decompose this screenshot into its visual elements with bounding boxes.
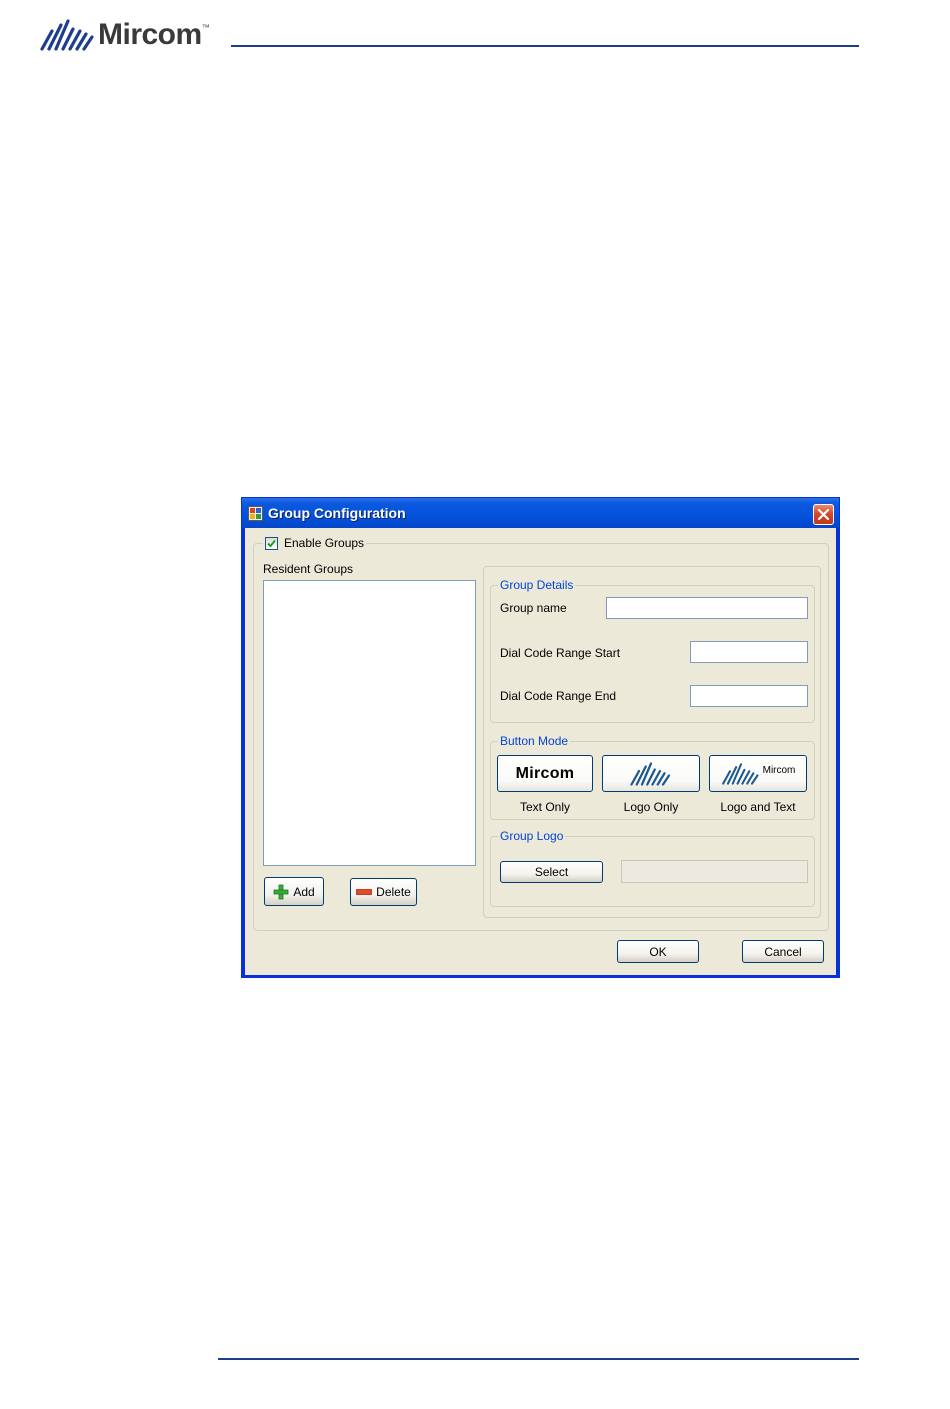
resident-groups-label: Resident Groups [263,562,354,576]
cancel-button[interactable]: Cancel [742,940,824,963]
header-rule [231,45,859,47]
dial-code-end-label: Dial Code Range End [500,689,617,703]
app-icon [248,506,263,521]
close-icon [817,508,830,521]
select-logo-button[interactable]: Select [500,861,603,883]
group-logo-title: Group Logo [498,829,566,843]
close-button[interactable] [813,504,834,525]
group-name-label: Group name [500,601,567,615]
dialog-title: Group Configuration [268,505,406,521]
select-label: Select [534,865,569,879]
mircom-logo-icon [40,19,94,51]
mircom-brand: Mircom ™ [40,18,210,52]
dialog-client-area: Enable Groups Resident Groups Add Delete… [245,528,836,975]
footer-rule [218,1358,859,1360]
group-name-input[interactable] [606,597,808,619]
enable-groups-legend[interactable]: Enable Groups [263,536,367,550]
mircom-logo-icon [721,762,759,785]
logo-only-caption: Logo Only [623,800,679,814]
brand-name: Mircom [98,18,202,51]
group-configuration-dialog: Group Configuration Enable Groups Reside… [241,497,840,978]
plus-icon [273,884,289,899]
text-only-sample: Mircom [515,764,575,782]
logo-only-mode-button[interactable] [602,755,700,792]
logo-path-field [621,860,808,883]
dial-code-start-label: Dial Code Range Start [500,646,621,660]
logo-and-text-caption: Logo and Text [720,800,796,814]
enable-groups-label: Enable Groups [284,536,365,550]
add-button[interactable]: Add [264,877,324,906]
title-bar[interactable]: Group Configuration [242,498,839,528]
mircom-logo-icon [630,761,671,786]
group-details-title: Group Details [498,578,576,592]
dial-code-start-input[interactable] [690,641,808,663]
ok-button[interactable]: OK [617,940,699,963]
logo-and-text-mode-button[interactable]: Mircom [709,755,807,792]
add-label: Add [293,884,315,899]
button-mode-title: Button Mode [498,734,571,748]
trademark: ™ [201,22,210,32]
text-only-mode-button[interactable]: Mircom [497,755,593,792]
ok-label: OK [649,944,667,959]
dial-code-end-input[interactable] [690,685,808,707]
text-only-caption: Text Only [519,800,570,814]
delete-button[interactable]: Delete [350,878,417,906]
delete-label: Delete [376,885,411,899]
cancel-label: Cancel [764,944,802,959]
resident-groups-list[interactable] [263,580,476,866]
minus-icon [356,889,373,895]
enable-groups-checkbox[interactable] [265,536,278,550]
logo-and-text-sample: Mircom [762,765,796,776]
checkmark-icon [267,539,276,547]
